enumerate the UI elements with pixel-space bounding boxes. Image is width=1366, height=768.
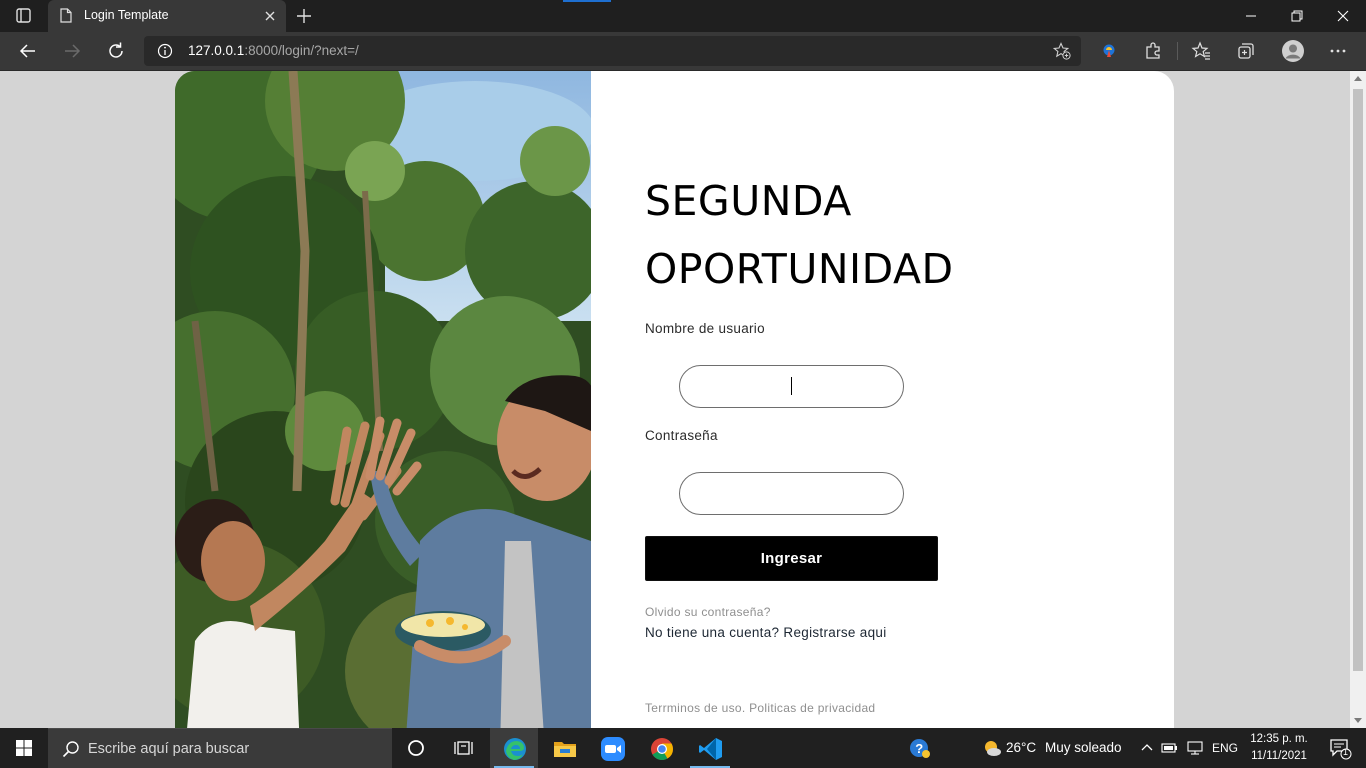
- chrome-icon[interactable]: [637, 728, 685, 768]
- brand-title: SEGUNDA OPORTUNIDAD: [645, 167, 1065, 303]
- clock-time: 12:35 p. m.: [1250, 733, 1308, 745]
- close-window-button[interactable]: [1320, 0, 1366, 32]
- refresh-icon[interactable]: [105, 40, 127, 62]
- address-bar[interactable]: 127.0.0.1:8000/login/?next=/: [144, 36, 1081, 66]
- search-placeholder: Escribe aquí para buscar: [88, 741, 250, 757]
- svg-text:?: ?: [915, 741, 923, 756]
- weather-description[interactable]: Muy soleado: [1045, 740, 1122, 755]
- notification-count: 1: [1343, 747, 1349, 757]
- browser-tab[interactable]: Login Template: [48, 0, 286, 32]
- minimize-button[interactable]: [1228, 0, 1274, 32]
- extension-icon[interactable]: [1099, 41, 1119, 61]
- url-path: :8000/login/?next=/: [244, 43, 359, 58]
- weather-sun-icon[interactable]: [968, 728, 1004, 768]
- browser-tab-strip: Login Template: [0, 0, 1366, 32]
- edge-icon[interactable]: [490, 728, 538, 768]
- task-view-icon[interactable]: [440, 728, 488, 768]
- terms-privacy-links[interactable]: Terrminos de uso. Politicas de privacida…: [645, 701, 875, 715]
- file-explorer-icon[interactable]: [540, 728, 588, 768]
- collections-icon[interactable]: [1236, 41, 1256, 61]
- back-icon[interactable]: [17, 40, 39, 62]
- battery-icon[interactable]: [1158, 728, 1182, 768]
- tab-title: Login Template: [84, 8, 169, 22]
- login-button[interactable]: Ingresar: [645, 536, 938, 581]
- info-icon[interactable]: [157, 43, 173, 59]
- url-text: 127.0.0.1:8000/login/?next=/: [188, 43, 359, 58]
- vscode-icon[interactable]: [686, 728, 734, 768]
- puzzle-icon[interactable]: [1143, 41, 1163, 61]
- scroll-up-icon[interactable]: [1354, 75, 1362, 81]
- search-icon: [62, 740, 80, 758]
- more-icon[interactable]: [1328, 41, 1348, 61]
- forgot-password-link[interactable]: Olvido su contraseña?: [645, 605, 771, 619]
- chevron-up-icon[interactable]: [1136, 728, 1158, 768]
- page-viewport: SEGUNDA OPORTUNIDAD Nombre de usuario Co…: [0, 71, 1350, 728]
- windows-taskbar: Escribe aquí para buscar ? 26°C Muy sole…: [0, 728, 1366, 768]
- register-link[interactable]: No tiene una cuenta? Registrarse aqui: [645, 625, 887, 640]
- forward-icon[interactable]: [61, 40, 83, 62]
- browser-toolbar: 127.0.0.1:8000/login/?next=/: [0, 32, 1366, 71]
- username-label: Nombre de usuario: [645, 321, 765, 336]
- toolbar-separator: [1177, 42, 1178, 60]
- url-host: 127.0.0.1: [188, 43, 245, 58]
- brand-title-line2: OPORTUNIDAD: [645, 245, 954, 293]
- password-label: Contraseña: [645, 428, 718, 443]
- taskbar-search-box[interactable]: Escribe aquí para buscar: [48, 728, 392, 768]
- brand-title-line1: SEGUNDA: [645, 177, 852, 225]
- tab-actions-icon[interactable]: [12, 6, 36, 26]
- page-scrollbar[interactable]: [1350, 71, 1366, 728]
- cortana-icon[interactable]: [392, 728, 440, 768]
- close-icon[interactable]: [262, 8, 278, 24]
- scroll-down-icon[interactable]: [1354, 718, 1362, 724]
- zoom-icon[interactable]: [588, 728, 636, 768]
- restore-button[interactable]: [1274, 0, 1320, 32]
- hero-photo: [175, 71, 591, 728]
- login-card: SEGUNDA OPORTUNIDAD Nombre de usuario Co…: [175, 71, 1174, 728]
- password-input[interactable]: [679, 472, 904, 515]
- add-favorite-icon[interactable]: [1052, 42, 1071, 60]
- scrollbar-thumb[interactable]: [1353, 89, 1363, 671]
- text-caret: [791, 377, 792, 395]
- system-clock[interactable]: 12:35 p. m. 11/11/2021: [1244, 731, 1314, 765]
- windows-logo-icon[interactable]: [0, 728, 48, 768]
- notification-icon[interactable]: 1: [1318, 728, 1366, 768]
- network-icon[interactable]: [1182, 728, 1208, 768]
- favorites-icon[interactable]: [1191, 41, 1211, 61]
- language-indicator[interactable]: ENG: [1212, 741, 1238, 755]
- profile-icon[interactable]: [1281, 39, 1305, 63]
- page-icon: [60, 8, 72, 23]
- weather-temperature[interactable]: 26°C: [1006, 740, 1036, 755]
- help-icon[interactable]: ?: [896, 728, 942, 768]
- window-accent-line: [563, 0, 611, 2]
- clock-date: 11/11/2021: [1251, 750, 1307, 762]
- login-form: SEGUNDA OPORTUNIDAD Nombre de usuario Co…: [645, 71, 1125, 728]
- plus-icon[interactable]: [294, 6, 314, 26]
